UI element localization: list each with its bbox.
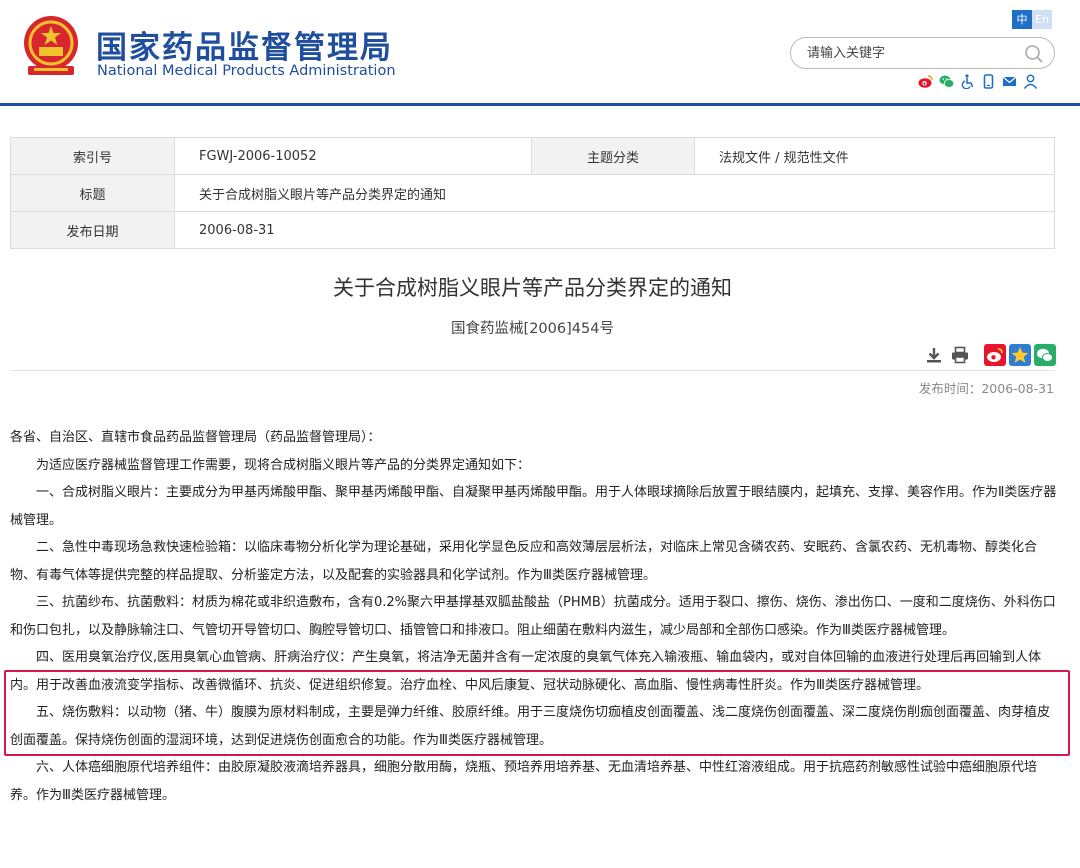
meta-value-title: 关于合成树脂义眼片等产品分类界定的通知 bbox=[174, 174, 1055, 212]
download-icon[interactable] bbox=[924, 345, 944, 365]
document-title: 关于合成树脂义眼片等产品分类界定的通知 bbox=[333, 276, 732, 300]
meta-value-category: 法规文件 / 规范性文件 bbox=[694, 137, 1055, 175]
search-input[interactable] bbox=[807, 44, 1017, 62]
site-subtitle: National Medical Products Administration bbox=[97, 63, 396, 79]
lang-en-button[interactable]: En bbox=[1032, 10, 1052, 29]
share-wechat-icon[interactable] bbox=[1034, 344, 1056, 366]
meta-row: 发布日期 2006-08-31 bbox=[10, 211, 1055, 249]
header-toolbar bbox=[918, 74, 1038, 90]
user-icon[interactable] bbox=[1023, 74, 1038, 89]
search-icon[interactable] bbox=[1024, 44, 1044, 64]
share-qzone-icon[interactable] bbox=[1009, 344, 1031, 366]
share-bar bbox=[984, 344, 1056, 366]
item-paragraph: 六、人体癌细胞原代培养组件：由胶原凝胶液滴培养器具，细胞分散用酶，烧瓶、预培养用… bbox=[10, 760, 1038, 803]
meta-key-category: 主题分类 bbox=[531, 137, 695, 175]
salutation: 各省、自治区、直辖市食品药品监督管理局（药品监督管理局）： bbox=[10, 430, 381, 445]
mail-icon[interactable] bbox=[1002, 74, 1017, 89]
national-emblem-icon bbox=[24, 16, 78, 75]
item-paragraph-highlighted: 四、医用臭氧治疗仪,医用臭氧心血管病、肝病治疗仪：产生臭氧，将洁净无菌并含有一定… bbox=[10, 650, 1042, 693]
mobile-icon[interactable] bbox=[981, 74, 996, 89]
site-header: 国家药品监督管理局 National Medical Products Admi… bbox=[0, 0, 1080, 106]
publish-time: 发布时间：2006-08-31 bbox=[918, 381, 1054, 396]
site-title: 国家药品监督管理局 bbox=[96, 30, 393, 66]
intro-paragraph: 为适应医疗器械监督管理工作需要，现将合成树脂义眼片等产品的分类界定通知如下： bbox=[36, 457, 531, 473]
item-paragraph: 二、急性中毒现场急救快速检验箱：以临床毒物分析化学为理论基础，采用化学显色反应和… bbox=[10, 540, 1038, 583]
lang-zh-button[interactable]: 中 bbox=[1012, 10, 1032, 29]
wechat-icon[interactable] bbox=[939, 74, 955, 89]
item-paragraph: 三、抗菌纱布、抗菌敷料：材质为棉花或非织造敷布，含有0.2%聚六甲基撑基双胍盐酸… bbox=[10, 595, 1056, 638]
language-switch: 中 En bbox=[1012, 10, 1052, 29]
meta-row: 索引号 FGWJ-2006-10052 主题分类 法规文件 / 规范性文件 bbox=[10, 137, 1055, 175]
document-body: 各省、自治区、直辖市食品药品监督管理局（药品监督管理局）： 为适应医疗器械监督管… bbox=[10, 424, 1058, 809]
document-actions bbox=[924, 345, 976, 365]
meta-value-index: FGWJ-2006-10052 bbox=[174, 137, 532, 175]
print-icon[interactable] bbox=[950, 345, 970, 365]
meta-value-date: 2006-08-31 bbox=[174, 211, 1055, 249]
item-paragraph: 五、烧伤敷料：以动物（猪、牛）腹膜为原材料制成，主要是弹力纤维、胶原纤维。用于三… bbox=[10, 705, 1051, 748]
item-paragraph: 一、合成树脂义眼片：主要成分为甲基丙烯酸甲酯、聚甲基丙烯酸甲酯、自凝聚甲基丙烯酸… bbox=[10, 485, 1057, 528]
accessibility-icon[interactable] bbox=[960, 74, 975, 90]
document-number: 国食药监械[2006]454号 bbox=[451, 321, 614, 337]
meta-key-index: 索引号 bbox=[10, 137, 175, 175]
meta-key-date: 发布日期 bbox=[10, 211, 175, 249]
meta-row: 标题 关于合成树脂义眼片等产品分类界定的通知 bbox=[10, 174, 1055, 212]
weibo-icon[interactable] bbox=[918, 74, 933, 89]
meta-key-title: 标题 bbox=[10, 174, 175, 212]
divider bbox=[10, 370, 1055, 371]
search-box bbox=[790, 37, 1055, 69]
share-weibo-icon[interactable] bbox=[984, 344, 1006, 366]
document-meta-table: 索引号 FGWJ-2006-10052 主题分类 法规文件 / 规范性文件 标题… bbox=[10, 137, 1055, 249]
